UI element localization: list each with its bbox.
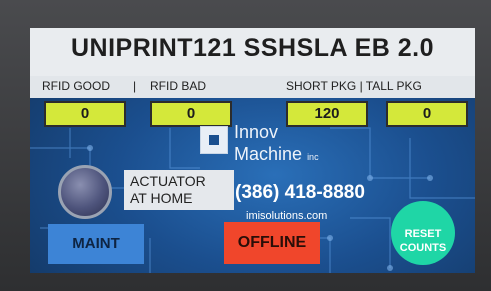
title-bar: UNIPRINT121 SSHSLA EB 2.0 [30,28,475,76]
company-website: imisolutions.com [246,210,328,222]
label-rfid-good: RFID GOOD [42,79,110,93]
logo-mark-icon [200,126,228,154]
logo-suffix: inc [307,152,319,162]
hmi-screen: UNIPRINT121 SSHSLA EB 2.0 RFID GOOD | RF… [30,28,475,273]
actuator-indicator-light [58,165,112,219]
label-separator: | [133,79,137,93]
logo-name-line1: Innov [234,122,279,142]
counter-labels-bar: RFID GOOD | RFID BAD SHORT PKG | TALL PK… [30,76,475,98]
counter-rfid-good: 0 [44,101,126,127]
actuator-status-line1: ACTUATOR [130,173,206,189]
reset-counts-line2: COUNTS [399,242,447,254]
logo-name-line2-wrapper: Machine inc [234,144,319,165]
reset-counts-line1: RESET [404,228,442,240]
label-rfid-bad: RFID BAD [150,79,207,93]
reset-counts-button[interactable]: RESET COUNTS [391,201,455,265]
label-short-tall-pkg: SHORT PKG | TALL PKG [286,79,422,93]
actuator-status-label: ACTUATOR AT HOME [124,170,234,210]
counter-tall-pkg: 0 [386,101,468,127]
logo-name-line2: Machine [234,144,303,164]
maint-button[interactable]: MAINT [48,224,144,264]
company-phone: (386) 418-8880 [235,182,365,203]
offline-button[interactable]: OFFLINE [224,222,320,264]
actuator-status-line2: AT HOME [130,190,193,206]
page-title: UNIPRINT121 SSHSLA EB 2.0 [70,34,435,62]
